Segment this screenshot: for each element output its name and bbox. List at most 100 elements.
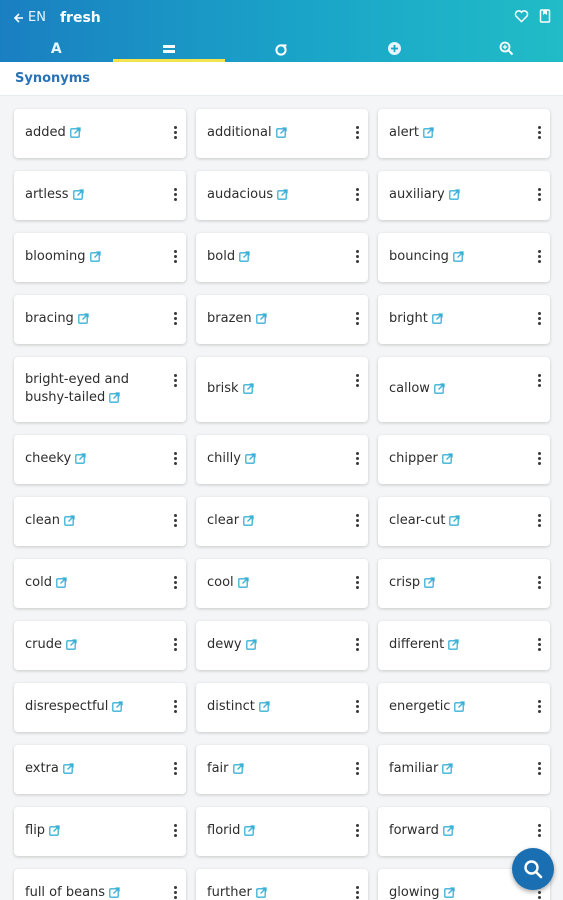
tab-related[interactable] — [338, 35, 451, 62]
more-options-icon[interactable] — [355, 374, 359, 387]
more-options-icon[interactable] — [537, 188, 541, 201]
synonym-card[interactable]: bold — [196, 233, 368, 282]
synonym-card[interactable]: disrespectful — [14, 683, 186, 732]
more-options-icon[interactable] — [355, 762, 359, 775]
synonym-card[interactable]: callow — [378, 357, 550, 422]
external-link-icon[interactable] — [237, 576, 249, 594]
more-options-icon[interactable] — [537, 452, 541, 465]
synonym-card[interactable]: further — [196, 869, 368, 900]
more-options-icon[interactable] — [355, 312, 359, 325]
synonym-card[interactable]: energetic — [378, 683, 550, 732]
external-link-icon[interactable] — [448, 188, 460, 206]
external-link-icon[interactable] — [66, 638, 77, 656]
synonym-card[interactable]: alert — [378, 109, 550, 158]
more-options-icon[interactable] — [537, 312, 541, 325]
synonym-card[interactable]: auxiliary — [378, 171, 550, 220]
search-fab[interactable] — [512, 848, 554, 890]
more-options-icon[interactable] — [537, 762, 541, 775]
more-options-icon[interactable] — [173, 514, 177, 527]
synonym-card[interactable]: dewy — [196, 621, 368, 670]
more-options-icon[interactable] — [537, 514, 541, 527]
more-options-icon[interactable] — [537, 700, 541, 713]
more-options-icon[interactable] — [537, 824, 541, 837]
more-options-icon[interactable] — [537, 250, 541, 263]
external-link-icon[interactable] — [49, 824, 60, 842]
synonym-card[interactable]: distinct — [196, 683, 368, 732]
external-link-icon[interactable] — [245, 452, 256, 470]
synonym-card[interactable]: full of beans — [14, 869, 186, 900]
external-link-icon[interactable] — [423, 126, 434, 144]
synonym-card[interactable]: chilly — [196, 435, 368, 484]
external-link-icon[interactable] — [109, 886, 120, 900]
synonym-card[interactable]: clear-cut — [378, 497, 550, 546]
synonym-card[interactable]: clean — [14, 497, 186, 546]
external-link-icon[interactable] — [443, 886, 455, 900]
synonym-card[interactable]: blooming — [14, 233, 186, 282]
tab-definitions[interactable]: A — [0, 35, 113, 62]
more-options-icon[interactable] — [355, 126, 359, 139]
synonym-card[interactable]: different — [378, 621, 550, 670]
synonym-card[interactable]: florid — [196, 807, 368, 856]
more-options-icon[interactable] — [355, 638, 359, 651]
external-link-icon[interactable] — [112, 700, 124, 718]
synonym-card[interactable]: chipper — [378, 435, 550, 484]
external-link-icon[interactable] — [442, 452, 453, 470]
external-link-icon[interactable] — [255, 312, 267, 330]
more-options-icon[interactable] — [355, 452, 359, 465]
more-options-icon[interactable] — [173, 824, 177, 837]
external-link-icon[interactable] — [453, 250, 464, 268]
external-link-icon[interactable] — [431, 312, 443, 330]
more-options-icon[interactable] — [355, 700, 359, 713]
external-link-icon[interactable] — [277, 188, 288, 206]
external-link-icon[interactable] — [63, 762, 74, 780]
more-options-icon[interactable] — [173, 700, 177, 713]
more-options-icon[interactable] — [173, 312, 177, 325]
external-link-icon[interactable] — [232, 762, 244, 780]
external-link-icon[interactable] — [448, 638, 459, 656]
more-options-icon[interactable] — [173, 250, 177, 263]
external-link-icon[interactable] — [77, 312, 89, 330]
external-link-icon[interactable] — [442, 824, 454, 842]
synonym-card[interactable]: cheeky — [14, 435, 186, 484]
synonym-card[interactable]: extra — [14, 745, 186, 794]
synonym-card[interactable]: cold — [14, 559, 186, 608]
synonym-card[interactable]: brazen — [196, 295, 368, 344]
external-link-icon[interactable] — [244, 824, 256, 842]
external-link-icon[interactable] — [89, 250, 101, 268]
more-options-icon[interactable] — [173, 886, 177, 899]
more-options-icon[interactable] — [537, 126, 541, 139]
external-link-icon[interactable] — [245, 638, 257, 656]
synonym-card[interactable]: crisp — [378, 559, 550, 608]
external-link-icon[interactable] — [75, 452, 86, 470]
more-options-icon[interactable] — [355, 188, 359, 201]
synonym-card[interactable]: clear — [196, 497, 368, 546]
synonym-card[interactable]: bouncing — [378, 233, 550, 282]
synonym-card[interactable]: bright — [378, 295, 550, 344]
more-options-icon[interactable] — [173, 188, 177, 201]
external-link-icon[interactable] — [56, 576, 67, 594]
more-options-icon[interactable] — [355, 250, 359, 263]
external-link-icon[interactable] — [449, 514, 461, 532]
more-options-icon[interactable] — [355, 824, 359, 837]
tab-search[interactable] — [450, 35, 563, 62]
more-options-icon[interactable] — [173, 126, 177, 139]
synonym-card[interactable]: artless — [14, 171, 186, 220]
tab-synonyms[interactable] — [112, 35, 226, 62]
external-link-icon[interactable] — [454, 700, 466, 718]
external-link-icon[interactable] — [239, 250, 250, 268]
synonym-card[interactable]: bracing — [14, 295, 186, 344]
external-link-icon[interactable] — [255, 886, 267, 900]
more-options-icon[interactable] — [173, 762, 177, 775]
more-options-icon[interactable] — [173, 638, 177, 651]
more-options-icon[interactable] — [355, 514, 359, 527]
more-options-icon[interactable] — [537, 374, 541, 387]
more-options-icon[interactable] — [537, 638, 541, 651]
synonym-card[interactable]: cool — [196, 559, 368, 608]
external-link-icon[interactable] — [72, 188, 84, 206]
back-button[interactable]: EN — [12, 10, 46, 25]
synonym-card[interactable]: crude — [14, 621, 186, 670]
more-options-icon[interactable] — [355, 576, 359, 589]
tab-antonyms[interactable] — [225, 35, 338, 62]
bookmark-button[interactable] — [539, 8, 551, 27]
more-options-icon[interactable] — [173, 452, 177, 465]
